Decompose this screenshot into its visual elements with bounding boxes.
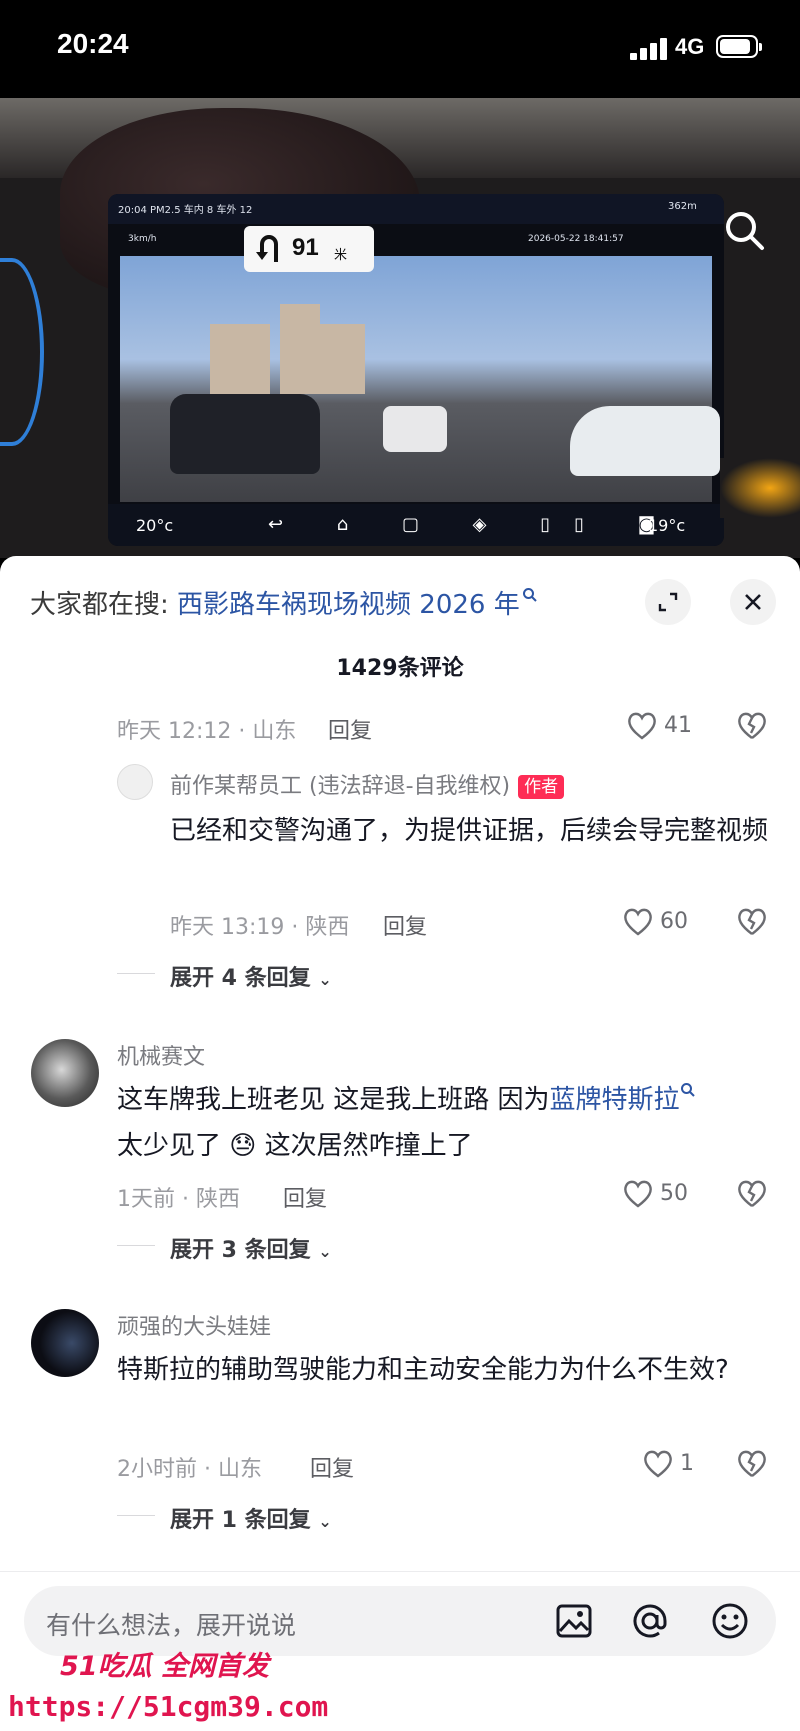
divider: [117, 973, 155, 974]
watermark-url: https://51cgm39.com: [8, 1690, 329, 1723]
network-type: 4G: [675, 34, 705, 59]
heart-icon[interactable]: [622, 1179, 654, 1209]
expand-replies-button[interactable]: 展开 4 条回复 ⌄: [170, 960, 332, 992]
u-turn-icon: [256, 235, 278, 262]
heart-icon[interactable]: [626, 711, 658, 741]
image-icon[interactable]: [554, 1601, 594, 1641]
avatar[interactable]: [31, 1039, 99, 1107]
expand-icon: [658, 592, 678, 612]
search-small-icon: [680, 1083, 695, 1098]
comment-text: 特斯拉的辅助驾驶能力和主动安全能力为什么不生效?: [117, 1355, 729, 1385]
signal-icon: [630, 38, 668, 60]
nav-distance: 91: [292, 234, 319, 261]
watermark-logo: 51吃瓜 全网首发: [60, 1651, 269, 1682]
navigation-hud: 91 米: [244, 226, 374, 272]
avatar[interactable]: [117, 764, 153, 800]
author-badge: 作者: [518, 775, 565, 799]
expand-replies-label: 展开 4 条回复: [170, 966, 311, 991]
hashtag-link[interactable]: 蓝牌特斯拉: [550, 1085, 680, 1115]
divider: [117, 1515, 155, 1516]
comment-text: 这车牌我上班老见 这是我上班路 因为蓝牌特斯拉 太少见了 😓 这次居然咋撞上了: [117, 1077, 777, 1169]
comment-meta: 1天前 · 陕西: [117, 1187, 240, 1212]
close-button[interactable]: [730, 579, 776, 625]
display-altitude: 362m: [668, 201, 697, 212]
avatar[interactable]: [31, 1309, 99, 1377]
expand-replies-button[interactable]: 展开 1 条回复 ⌄: [170, 1502, 332, 1534]
car-display: 20:04 PM2.5 车内 8 车外 12 362m 3km/h 2026-0…: [108, 194, 724, 546]
search-icon[interactable]: [722, 208, 766, 252]
watermark: 51吃瓜 全网首发 https://51cgm39.com: [0, 1640, 328, 1731]
dislike-icon[interactable]: [736, 907, 768, 937]
like-count: 60: [660, 909, 688, 934]
battery-icon: [716, 35, 762, 58]
hot-search[interactable]: 大家都在搜: 西影路车祸现场视频 2026 年: [30, 584, 538, 621]
temp-left: 20°c: [136, 516, 174, 535]
dashcam-scene: [120, 256, 720, 502]
heart-icon[interactable]: [642, 1449, 674, 1479]
divider: [0, 1571, 800, 1572]
comment-meta: 2小时前 · 山东: [117, 1457, 262, 1482]
comment-text: 已经和交警沟通了，为提供证据，后续会导完整视频: [170, 816, 769, 846]
status-bar: 20:24 4G: [0, 0, 800, 98]
dislike-icon[interactable]: [736, 711, 768, 741]
username[interactable]: 机械赛文: [117, 1039, 205, 1071]
display-speed: 3km/h: [128, 234, 157, 244]
chevron-down-icon: ⌄: [318, 1512, 332, 1531]
hot-search-term[interactable]: 西影路车祸现场视频 2026 年: [177, 590, 520, 620]
reply-author[interactable]: 前作某帮员工 (违法辞退-自我维权) 作者: [170, 768, 565, 800]
display-status-text: 20:04 PM2.5 车内 8 车外 12: [118, 205, 253, 216]
display-dock: 20°c ↩ ⌂ ▢ ◈ ▯▯ ◙ 19°c: [108, 504, 724, 546]
reply-author-name: 前作某帮员工 (违法辞退-自我维权): [170, 774, 511, 799]
comment-meta: 昨天 12:12 · 山东: [117, 719, 297, 744]
dislike-icon[interactable]: [736, 1179, 768, 1209]
divider: [117, 1245, 155, 1246]
comment-meta: 昨天 13:19 · 陕西: [170, 915, 350, 940]
search-small-icon: [522, 588, 537, 603]
expand-replies-label: 展开 3 条回复: [170, 1238, 311, 1263]
expand-replies-button[interactable]: 展开 3 条回复 ⌄: [170, 1232, 332, 1264]
expand-replies-label: 展开 1 条回复: [170, 1508, 311, 1533]
like-count: 41: [664, 713, 692, 738]
like-count: 1: [680, 1451, 694, 1476]
dislike-icon[interactable]: [736, 1449, 768, 1479]
reply-button[interactable]: 回复: [328, 713, 372, 745]
dock-icons: ↩ ⌂ ▢ ◈ ▯▯ ◙: [268, 514, 680, 535]
comment-input-placeholder: 有什么想法，展开说说: [46, 1611, 297, 1640]
comments-panel: 大家都在搜: 西影路车祸现场视频 2026 年 1429条评论 昨天 12:12…: [0, 556, 800, 1731]
comment-text-part: 这次居然咋撞上了: [256, 1131, 473, 1161]
nav-unit: 米: [334, 248, 348, 263]
chevron-down-icon: ⌄: [318, 1242, 332, 1261]
comment-count: 1429条评论: [336, 656, 464, 681]
display-record-time: 2026-05-22 18:41:57: [528, 234, 624, 244]
comment-text-part: 太少见了: [117, 1131, 222, 1161]
black-suv: [170, 394, 320, 474]
status-time: 20:24: [57, 28, 129, 59]
username[interactable]: 顽强的大头娃娃: [117, 1309, 271, 1341]
dashboard-light: [0, 258, 44, 446]
comment-text-part: 这车牌我上班老见 这是我上班路 因为: [117, 1085, 550, 1115]
reply-button[interactable]: 回复: [310, 1451, 354, 1483]
temp-right: 19°c: [648, 516, 686, 535]
display-status-bar: 20:04 PM2.5 车内 8 车外 12 362m: [108, 194, 724, 224]
heart-icon[interactable]: [622, 907, 654, 937]
ambient-light: [720, 458, 800, 518]
sweat-emoji-icon: 😓: [229, 1131, 257, 1161]
close-icon: [745, 594, 761, 610]
expand-button[interactable]: [645, 579, 691, 625]
tesla-car: [570, 406, 720, 476]
video-player[interactable]: 20:04 PM2.5 车内 8 车外 12 362m 3km/h 2026-0…: [0, 98, 800, 558]
emoji-icon[interactable]: [710, 1601, 750, 1641]
chevron-down-icon: ⌄: [318, 970, 332, 989]
white-car: [383, 406, 447, 452]
hot-search-prefix: 大家都在搜:: [30, 590, 178, 620]
mention-icon[interactable]: [630, 1601, 670, 1641]
like-count: 50: [660, 1181, 688, 1206]
reply-button[interactable]: 回复: [283, 1181, 327, 1213]
reply-button[interactable]: 回复: [383, 909, 427, 941]
